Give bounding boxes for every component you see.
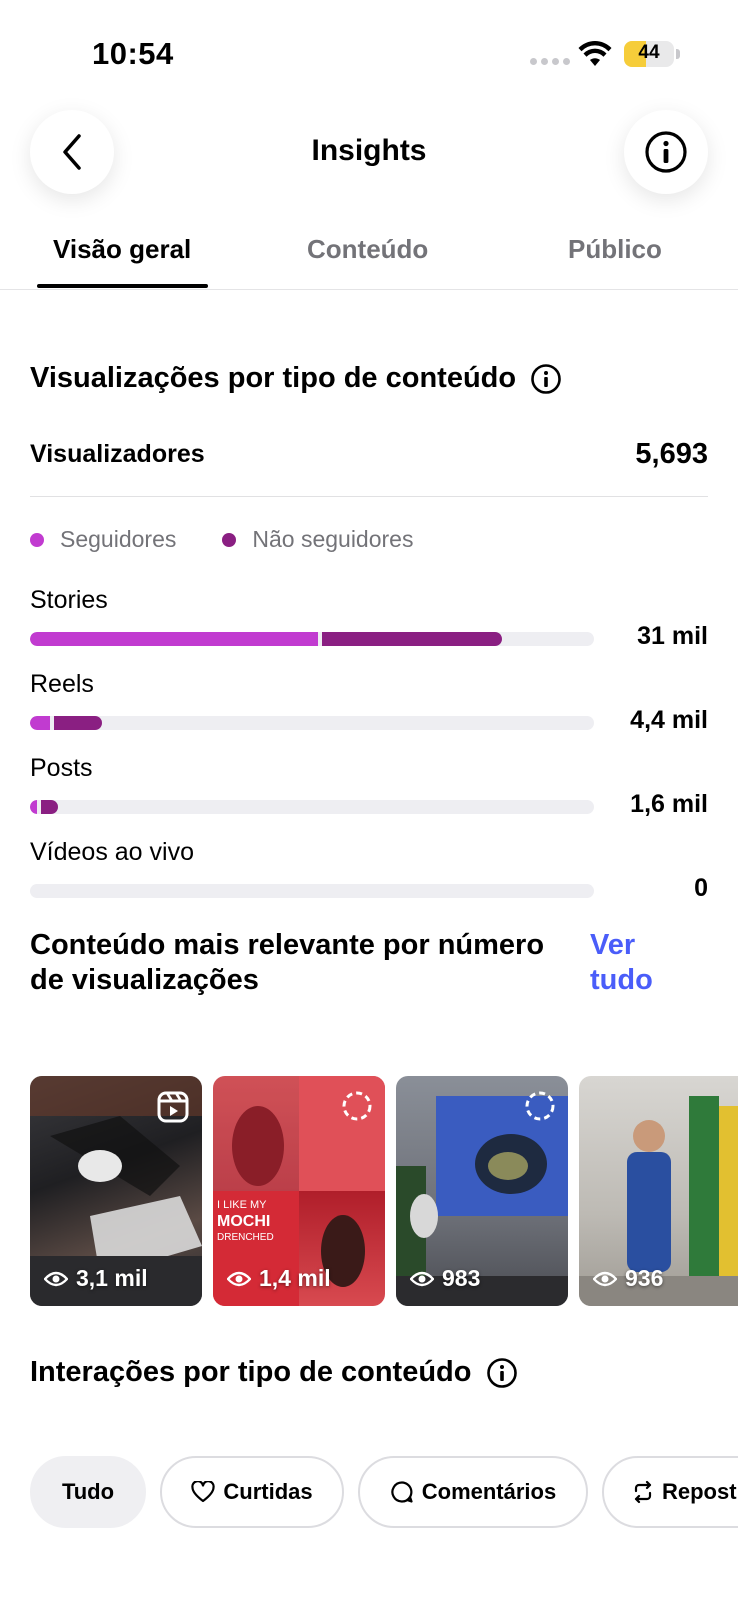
thumbnail-views: 3,1 mil xyxy=(44,1265,148,1292)
content-thumbnail[interactable]: 3,1 mil xyxy=(30,1076,202,1306)
eye-icon xyxy=(44,1271,68,1286)
bar-label: Posts xyxy=(30,754,93,782)
legend-label: Não seguidores xyxy=(252,526,414,552)
tab-overview[interactable]: Visão geral xyxy=(53,234,191,265)
divider xyxy=(30,496,708,497)
eye-icon xyxy=(227,1271,251,1286)
svg-text:I LIKE MY: I LIKE MY xyxy=(217,1199,267,1211)
battery-icon: 44 xyxy=(624,41,674,67)
story-icon xyxy=(342,1091,372,1121)
bar-row-stories: Stories 31 mil xyxy=(30,586,708,666)
story-icon xyxy=(525,1091,555,1121)
info-icon[interactable] xyxy=(530,363,562,395)
followers-dot-icon xyxy=(30,532,44,547)
bar-label: Reels xyxy=(30,670,94,698)
content-thumbnail[interactable]: I LIKE MY MOCHI DRENCHED 1,4 mil xyxy=(213,1076,385,1306)
wifi-icon xyxy=(578,41,612,66)
bar-non-followers-segment xyxy=(53,716,102,730)
bar-label: Stories xyxy=(30,586,108,614)
status-time: 10:54 xyxy=(92,36,174,71)
bar-value: 4,4 mil xyxy=(630,706,708,734)
bar-followers-segment xyxy=(30,800,37,814)
legend-item-followers: Seguidores xyxy=(30,526,176,553)
views-section-title-text: Visualizações por tipo de conteúdo xyxy=(30,362,517,394)
views-count: 983 xyxy=(442,1265,481,1291)
filter-chip-repost[interactable]: Repost xyxy=(602,1456,738,1528)
interaction-filter-chips: Tudo Curtidas Comentários Repost xyxy=(30,1456,738,1530)
bar-row-reels: Reels 4,4 mil xyxy=(30,670,708,750)
bar-row-posts: Posts 1,6 mil xyxy=(30,754,708,834)
heart-icon xyxy=(191,1481,216,1503)
content-thumbnail[interactable]: 936 xyxy=(579,1076,738,1306)
info-icon[interactable] xyxy=(486,1357,518,1389)
top-content-carousel: 3,1 mil I LIKE MY MOCHI DRENCHED 1,4 mil xyxy=(30,1076,738,1306)
reel-icon xyxy=(157,1091,189,1123)
top-content-title: Conteúdo mais relevante por número de vi… xyxy=(30,929,545,996)
bar-followers-segment xyxy=(30,632,318,646)
content-thumbnail[interactable]: 983 xyxy=(396,1076,568,1306)
battery-level: 44 xyxy=(638,42,660,63)
views-count: 936 xyxy=(625,1265,664,1291)
viewers-label: Visualizadores xyxy=(30,440,205,468)
views-section-title: Visualizações por tipo de conteúdo xyxy=(30,362,562,395)
legend-item-non-followers: Não seguidores xyxy=(222,526,413,553)
thumbnail-views: 983 xyxy=(410,1265,480,1292)
info-icon xyxy=(645,131,687,173)
thumbnail-views: 1,4 mil xyxy=(227,1265,331,1292)
see-all-link[interactable]: Ver tudo xyxy=(590,928,680,998)
eye-icon xyxy=(593,1271,617,1286)
filter-chip-comments[interactable]: Comentários xyxy=(358,1456,588,1528)
viewers-value: 5,693 xyxy=(635,438,708,470)
comment-icon xyxy=(391,1481,413,1503)
bar-value: 0 xyxy=(694,874,708,902)
bar-track xyxy=(30,884,594,898)
thumbnail-views: 936 xyxy=(593,1265,663,1292)
filter-chip-likes[interactable]: Curtidas xyxy=(160,1456,344,1528)
views-count: 3,1 mil xyxy=(76,1265,148,1291)
info-button[interactable] xyxy=(624,110,708,194)
repost-icon xyxy=(634,1480,652,1504)
bar-value: 1,6 mil xyxy=(630,790,708,818)
bar-track xyxy=(30,800,594,814)
legend: Seguidores Não seguidores xyxy=(30,526,413,553)
filter-chip-all[interactable]: Tudo xyxy=(30,1456,146,1528)
legend-label: Seguidores xyxy=(60,526,177,552)
bar-value: 31 mil xyxy=(637,622,708,650)
chip-label: Comentários xyxy=(421,1479,557,1504)
svg-text:DRENCHED: DRENCHED xyxy=(217,1232,274,1243)
non-followers-dot-icon xyxy=(222,532,237,547)
chip-label: Tudo xyxy=(61,1479,115,1504)
tab-content[interactable]: Conteúdo xyxy=(307,234,428,265)
status-bar: 10:54 44 xyxy=(0,0,738,100)
chip-label: Repost xyxy=(662,1479,737,1504)
eye-icon xyxy=(410,1271,434,1286)
interactions-section-title-text: Interações por tipo de conteúdo xyxy=(30,1356,472,1388)
bar-followers-segment xyxy=(30,716,50,730)
bar-track xyxy=(30,716,594,730)
bar-non-followers-segment xyxy=(40,800,58,814)
cellular-signal-icon xyxy=(530,58,570,65)
bar-non-followers-segment xyxy=(321,632,503,646)
bar-label: Vídeos ao vivo xyxy=(30,838,194,866)
svg-text:MOCHI: MOCHI xyxy=(217,1213,270,1230)
tab-audience[interactable]: Público xyxy=(568,234,662,265)
battery-nub xyxy=(676,49,680,59)
bar-row-live: Vídeos ao vivo 0 xyxy=(30,838,708,918)
chip-label: Curtidas xyxy=(223,1479,313,1504)
bar-track xyxy=(30,632,594,646)
views-count: 1,4 mil xyxy=(259,1265,331,1291)
interactions-section-title: Interações por tipo de conteúdo xyxy=(30,1356,518,1389)
tab-indicator xyxy=(37,284,208,288)
tab-bar: Visão geral Conteúdo Público xyxy=(0,222,738,290)
